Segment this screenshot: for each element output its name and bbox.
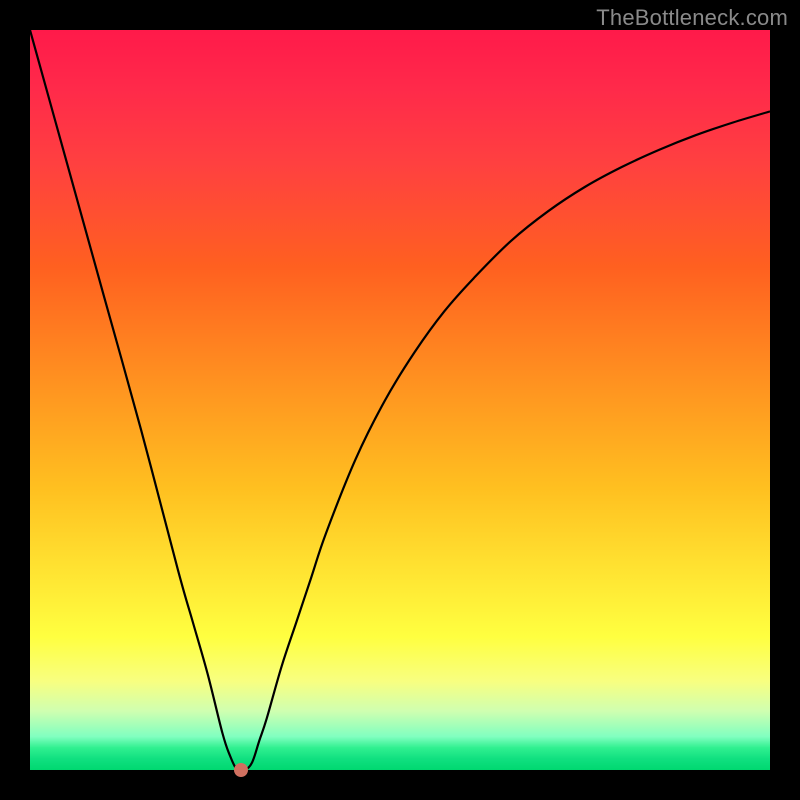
watermark-text: TheBottleneck.com xyxy=(596,5,788,31)
plot-area xyxy=(30,30,770,770)
line-curve xyxy=(30,30,770,770)
minimum-point-marker xyxy=(234,763,248,777)
chart-frame: TheBottleneck.com xyxy=(0,0,800,800)
